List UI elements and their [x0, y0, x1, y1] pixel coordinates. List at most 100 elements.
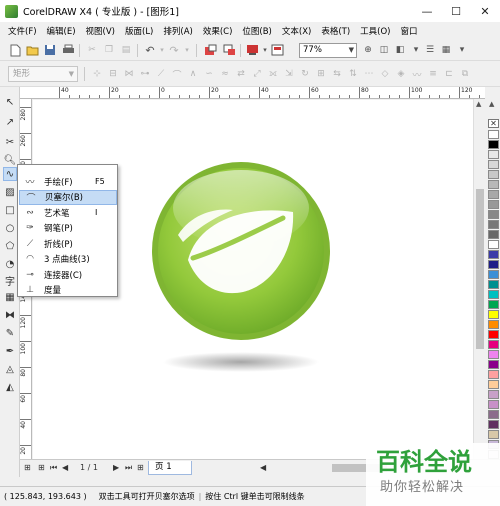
to-curve-icon[interactable]: ⌒ — [170, 67, 184, 81]
vertical-scrollbar[interactable]: ▲ — [473, 99, 485, 459]
color-swatch[interactable] — [488, 400, 499, 409]
menu-text[interactable]: 文本(X) — [277, 25, 316, 37]
menu-view[interactable]: 视图(V) — [81, 25, 120, 37]
color-swatch[interactable] — [488, 160, 499, 169]
snap-to-icon[interactable]: ◧ — [393, 43, 407, 57]
menu-table[interactable]: 表格(T) — [316, 25, 355, 37]
reflect-vertical-icon[interactable]: ⇅ — [346, 67, 360, 81]
scrollbar-thumb[interactable] — [476, 189, 484, 349]
zoom-tool-icon[interactable]: 🔍︎ — [3, 153, 17, 167]
interactive-blend-tool-icon[interactable]: ⧓ — [3, 308, 17, 322]
delete-node-icon[interactable]: ⊟ — [106, 67, 120, 81]
color-swatch[interactable] — [488, 230, 499, 239]
reflect-horizontal-icon[interactable]: ⇆ — [330, 67, 344, 81]
flyout-item[interactable]: 〰手绘(F) F5 — [19, 174, 117, 189]
interactive-fill-tool-icon[interactable]: ◭ — [3, 380, 17, 394]
table-tool-icon[interactable]: ▦ — [3, 290, 17, 304]
cut-icon[interactable]: ✂ — [85, 43, 99, 57]
redo-icon[interactable]: ↷ — [167, 43, 181, 57]
color-swatch[interactable] — [488, 330, 499, 339]
menu-edit[interactable]: 编辑(E) — [42, 25, 81, 37]
curve-smoothness-icon[interactable]: 〰 — [410, 67, 424, 81]
scroll-left-icon[interactable]: ◀ — [260, 463, 266, 472]
color-swatch[interactable] — [488, 260, 499, 269]
ellipse-tool-icon[interactable]: ○ — [3, 221, 17, 235]
reduce-nodes-icon[interactable]: ◈ — [394, 67, 408, 81]
rotate-nodes-icon[interactable]: ↻ — [298, 67, 312, 81]
align-nodes-icon[interactable]: ⊞ — [314, 67, 328, 81]
save-icon[interactable] — [43, 43, 57, 57]
color-swatch[interactable] — [488, 210, 499, 219]
paste-icon[interactable]: ▤ — [119, 43, 133, 57]
flyout-item[interactable]: ⊥ 度量 — [19, 283, 117, 298]
export-icon[interactable] — [222, 43, 236, 57]
to-front-icon[interactable]: ⧉ — [458, 67, 472, 81]
color-swatch[interactable] — [488, 310, 499, 319]
symmetrical-node-icon[interactable]: ≈ — [218, 67, 232, 81]
color-swatch[interactable] — [488, 350, 499, 359]
smart-fill-tool-icon[interactable]: ▨ — [3, 185, 17, 199]
add-page-before-icon[interactable]: ⊞ — [38, 463, 45, 472]
no-color-swatch-icon[interactable]: ✕ — [488, 119, 499, 128]
page-icon[interactable]: ⊞ — [24, 463, 31, 472]
options-icon[interactable]: ☰ — [423, 43, 437, 57]
crop-tool-icon[interactable]: ✂ — [3, 135, 17, 149]
maximize-button[interactable]: ☐ — [441, 0, 471, 22]
add-node-icon[interactable]: ⊹ — [90, 67, 104, 81]
flyout-item[interactable]: ⌒ 贝塞尔(B) — [19, 189, 117, 205]
to-line-icon[interactable]: ⟋ — [154, 67, 168, 81]
grid-icon[interactable]: ▦ — [439, 43, 453, 57]
color-swatch[interactable] — [488, 190, 499, 199]
horizontal-ruler[interactable]: 4020020406080100120140160 — [20, 87, 485, 99]
first-page-icon[interactable]: ⏮ — [50, 463, 57, 473]
color-swatch[interactable] — [488, 270, 499, 279]
color-swatch[interactable] — [488, 380, 499, 389]
reverse-direction-icon[interactable]: ⇄ — [234, 67, 248, 81]
menu-window[interactable]: 窗口 — [396, 25, 423, 37]
color-swatch[interactable] — [488, 430, 499, 439]
zoom-level-select[interactable]: 77% ▼ — [299, 43, 357, 58]
welcome-screen-icon[interactable] — [270, 43, 284, 57]
break-curve-icon[interactable]: ⊶ — [138, 67, 152, 81]
menu-layout[interactable]: 版面(L) — [120, 25, 158, 37]
next-page-icon[interactable]: ▶ — [113, 463, 119, 472]
color-swatch[interactable] — [488, 360, 499, 369]
menu-effects[interactable]: 效果(C) — [198, 25, 238, 37]
color-swatch[interactable] — [488, 290, 499, 299]
open-folder-icon[interactable] — [25, 43, 39, 57]
color-swatch[interactable] — [488, 140, 499, 149]
last-page-icon[interactable]: ⏭ — [125, 463, 132, 473]
select-all-nodes-icon[interactable]: ◇ — [378, 67, 392, 81]
snap-dropdown-icon[interactable]: ▾ — [409, 43, 423, 57]
flyout-item[interactable]: ✑ 钢笔(P) — [19, 221, 117, 236]
menu-tools[interactable]: 工具(O) — [355, 25, 395, 37]
pick-tool-icon[interactable]: ↖ — [3, 95, 17, 109]
close-button[interactable]: ✕ — [470, 0, 500, 22]
flyout-item[interactable]: ⊸ 连接器(C) — [19, 267, 117, 282]
text-tool-icon[interactable]: 字 — [3, 273, 17, 288]
flyout-item[interactable]: ◠ 3 点曲线(3) — [19, 252, 117, 267]
add-page-after-icon[interactable]: ⊞ — [137, 463, 144, 472]
color-swatch[interactable] — [488, 170, 499, 179]
zoom-in-icon[interactable]: ⊕ — [361, 43, 375, 57]
new-document-icon[interactable] — [8, 43, 22, 57]
color-swatch[interactable] — [488, 250, 499, 259]
stretch-nodes-icon[interactable]: ⇲ — [282, 67, 296, 81]
color-swatch[interactable] — [488, 150, 499, 159]
prev-page-icon[interactable]: ◀ — [62, 463, 68, 472]
flyout-item[interactable]: ∾ 艺术笔 I — [19, 205, 117, 220]
rectangle-tool-icon[interactable]: □ — [3, 203, 17, 217]
extract-subpath-icon[interactable]: ⟗ — [266, 67, 280, 81]
color-swatch[interactable] — [488, 220, 499, 229]
outline-tool-icon[interactable]: ✒ — [3, 344, 17, 358]
menu-arrange[interactable]: 排列(A) — [158, 25, 197, 37]
menu-file[interactable]: 文件(F) — [0, 25, 42, 37]
color-swatch[interactable] — [488, 300, 499, 309]
fill-tool-icon[interactable]: ◬ — [3, 362, 17, 376]
eyedropper-tool-icon[interactable]: ✎ — [3, 326, 17, 340]
color-swatch[interactable] — [488, 420, 499, 429]
scroll-up-icon[interactable]: ▲ — [476, 100, 481, 108]
color-swatch[interactable] — [488, 180, 499, 189]
wrap-text-icon[interactable]: ⊏ — [442, 67, 456, 81]
basic-shapes-tool-icon[interactable]: ◔ — [3, 257, 17, 271]
